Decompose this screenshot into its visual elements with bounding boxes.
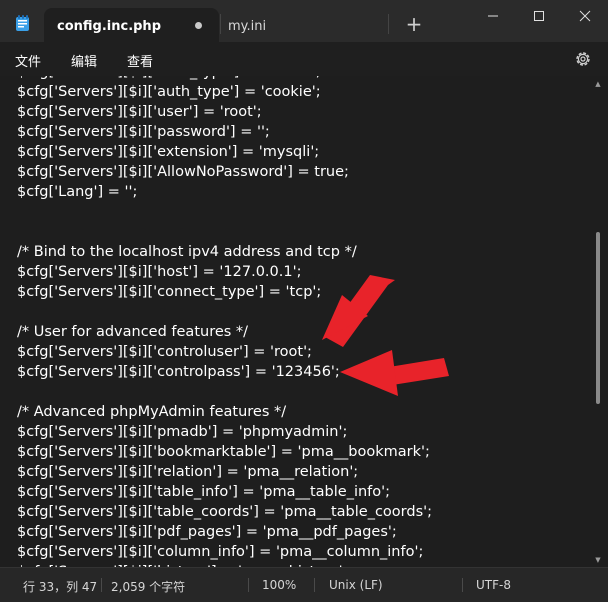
cursor-position: 行 33，列 47 (23, 580, 98, 594)
code-line[interactable]: $cfg['Lang'] = ''; (17, 182, 432, 202)
code-line[interactable] (17, 222, 432, 242)
minimize-icon (488, 15, 498, 17)
tab-divider (388, 14, 389, 34)
scrollbar-thumb[interactable] (596, 232, 600, 404)
zoom-level[interactable]: 100% (262, 578, 296, 592)
tab-label: config.inc.php (57, 19, 161, 34)
menu-bar: 文件 编辑 查看 (0, 42, 608, 76)
code-line[interactable]: $cfg['Servers'][$i]['column_info'] = 'pm… (17, 542, 432, 562)
editor-content[interactable]: $cfg['Servers'][$i]['auth_type'] = 'cook… (17, 76, 432, 567)
gear-icon[interactable] (574, 50, 592, 68)
tab-config-inc-php[interactable]: config.inc.php (44, 8, 219, 42)
scroll-up-arrow-icon[interactable]: ▲ (594, 80, 602, 88)
code-line[interactable]: $cfg['Servers'][$i]['bookmarktable'] = '… (17, 442, 432, 462)
character-count: 2,059 个字符 (111, 580, 186, 594)
maximize-icon (534, 11, 544, 21)
code-line[interactable]: $cfg['Servers'][$i]['table_info'] = 'pma… (17, 482, 432, 502)
code-line[interactable]: $cfg['Servers'][$i]['extension'] = 'mysq… (17, 142, 432, 162)
status-divider (101, 578, 102, 592)
code-line[interactable]: $cfg['Servers'][$i]['pmadb'] = 'phpmyadm… (17, 422, 432, 442)
status-divider (248, 578, 249, 592)
unsaved-indicator-icon[interactable] (195, 22, 202, 29)
encoding[interactable]: UTF-8 (476, 578, 511, 592)
scroll-down-arrow-icon[interactable]: ▼ (594, 556, 602, 564)
title-bar: config.inc.php my.ini + (0, 0, 608, 42)
menu-view[interactable]: 查看 (127, 51, 153, 70)
code-line[interactable]: $cfg['Servers'][$i]['AllowNoPassword'] =… (17, 162, 432, 182)
code-line[interactable]: $cfg['Servers'][$i]['connect_type'] = 't… (17, 282, 432, 302)
code-line[interactable]: $cfg['Servers'][$i]['auth_type'] = 'cook… (17, 82, 432, 102)
code-line[interactable] (17, 382, 432, 402)
tab-my-ini[interactable]: my.ini (221, 8, 386, 42)
code-line[interactable]: $cfg['Servers'][$i]['pdf_pages'] = 'pma_… (17, 522, 432, 542)
maximize-button[interactable] (516, 0, 562, 32)
code-line[interactable]: $cfg['Servers'][$i]['host'] = '127.0.0.1… (17, 262, 432, 282)
code-line[interactable]: $cfg['Servers'][$i]['table_coords'] = 'p… (17, 502, 432, 522)
tab-label: my.ini (228, 19, 267, 34)
menu-file[interactable]: 文件 (15, 51, 41, 70)
code-line[interactable] (17, 302, 432, 322)
minimize-button[interactable] (470, 0, 516, 32)
status-divider (462, 578, 463, 592)
close-icon (579, 10, 591, 22)
code-line[interactable] (17, 202, 432, 222)
text-editor[interactable]: $cfg['Servers'][$i]['auth_type'] = 'cook… (0, 76, 608, 567)
code-line[interactable]: /* Advanced phpMyAdmin features */ (17, 402, 432, 422)
menu-edit[interactable]: 编辑 (71, 51, 97, 70)
close-button[interactable] (562, 0, 608, 32)
code-line[interactable]: $cfg['Servers'][$i]['controlpass'] = '12… (17, 362, 432, 382)
new-tab-button[interactable]: + (402, 13, 426, 37)
code-line[interactable]: $cfg['Servers'][$i]['password'] = ''; (17, 122, 432, 142)
status-divider (314, 578, 315, 592)
code-line[interactable]: /* User for advanced features */ (17, 322, 432, 342)
notepad-icon (16, 15, 29, 31)
code-line[interactable]: $cfg['Servers'][$i]['controluser'] = 'ro… (17, 342, 432, 362)
line-ending[interactable]: Unix (LF) (329, 578, 383, 592)
code-line[interactable]: $cfg['Servers'][$i]['relation'] = 'pma__… (17, 462, 432, 482)
code-line[interactable]: $cfg['Servers'][$i]['user'] = 'root'; (17, 102, 432, 122)
code-line[interactable]: /* Bind to the localhost ipv4 address an… (17, 242, 432, 262)
status-bar: 行 33，列 47 2,059 个字符 100% Unix (LF) UTF-8 (0, 567, 608, 602)
